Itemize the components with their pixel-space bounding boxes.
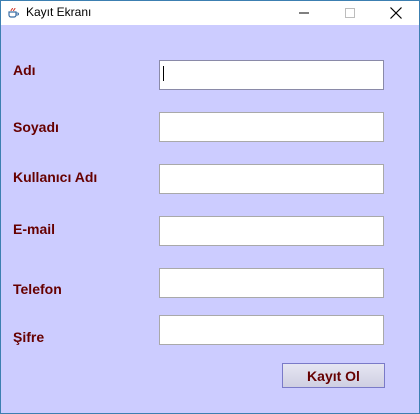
label-last-name: Soyadı — [13, 119, 59, 135]
text-caret — [163, 66, 164, 81]
register-button[interactable]: Kayıt Ol — [282, 363, 385, 388]
close-icon — [390, 7, 402, 19]
window-title: Kayıt Ekranı — [26, 5, 92, 19]
maximize-button[interactable] — [327, 1, 373, 25]
email-field[interactable] — [159, 216, 384, 246]
phone-field[interactable] — [159, 268, 384, 298]
maximize-icon — [345, 8, 355, 18]
label-phone: Telefon — [13, 281, 62, 297]
username-field[interactable] — [159, 164, 384, 194]
label-first-name: Adı — [13, 62, 36, 78]
minimize-icon — [299, 12, 309, 14]
label-password: Şifre — [13, 329, 45, 345]
java-cup-icon — [6, 5, 20, 19]
form-panel: Adı Soyadı Kullanıcı Adı E-mail Telefon … — [1, 25, 419, 413]
registration-window: Kayıt Ekranı Adı Soyadı Kullanıcı Adı E-… — [0, 0, 420, 414]
label-username: Kullanıcı Adı — [13, 169, 98, 185]
last-name-field[interactable] — [159, 112, 384, 142]
password-field[interactable] — [159, 315, 384, 345]
first-name-field[interactable] — [159, 60, 384, 90]
title-bar[interactable]: Kayıt Ekranı — [1, 1, 419, 25]
minimize-button[interactable] — [281, 1, 327, 25]
label-email: E-mail — [13, 221, 56, 237]
close-button[interactable] — [373, 1, 419, 25]
